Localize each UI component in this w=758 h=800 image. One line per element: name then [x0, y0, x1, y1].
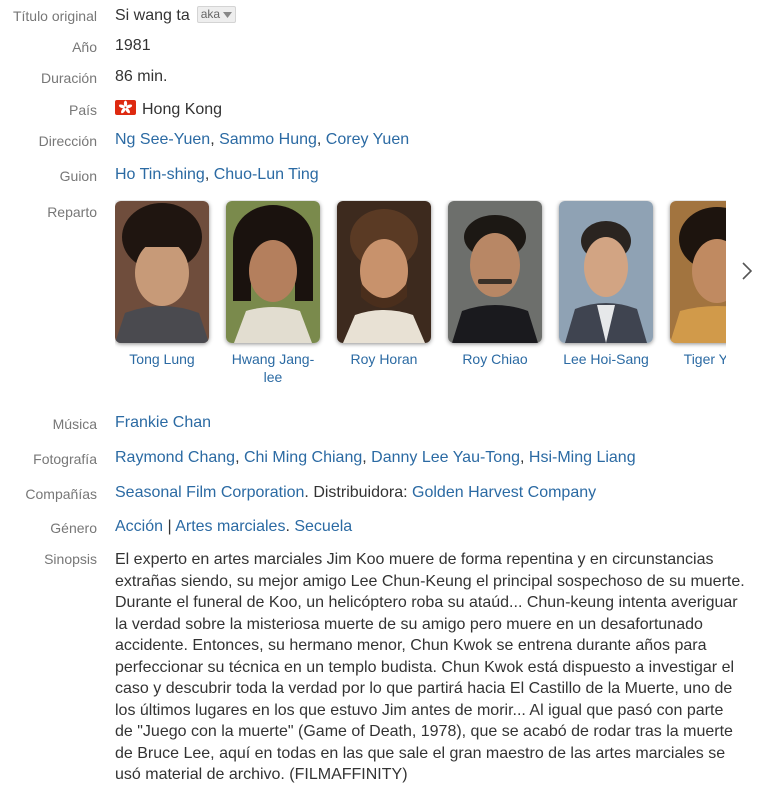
photography-value: Raymond Chang, Chi Ming Chiang, Danny Le…	[115, 449, 636, 466]
original-title-value: Si wang ta aka	[115, 6, 237, 25]
cinematographer-link[interactable]: Hsi-Ming Liang	[529, 449, 636, 466]
cast-photo	[559, 201, 653, 343]
topic-link[interactable]: Secuela	[294, 518, 352, 535]
country-value: Hong Kong	[115, 100, 222, 119]
cast-member-card[interactable]: Tong Lung	[115, 200, 212, 368]
aka-dropdown[interactable]: aka	[196, 6, 237, 23]
cinematographer-link[interactable]: Danny Lee Yau-Tong	[371, 449, 520, 466]
duration-label: Duración	[40, 70, 97, 86]
hong-kong-flag-icon	[115, 100, 136, 115]
producer-link[interactable]: Seasonal Film Corporation	[115, 484, 304, 501]
cinematographer-link[interactable]: Chi Ming Chiang	[244, 449, 362, 466]
cast-member-card[interactable]: Tiger Yang	[667, 200, 726, 368]
cast-name: Tiger Yang	[683, 351, 726, 367]
cinematographer-link[interactable]: Raymond Chang	[115, 449, 235, 466]
cast-photo	[337, 201, 431, 343]
director-link[interactable]: Ng See-Yuen	[115, 131, 210, 148]
director-link[interactable]: Corey Yuen	[326, 131, 409, 148]
cast-name: Roy Chiao	[462, 351, 528, 367]
cast-name: Hwang Jang-lee	[231, 351, 315, 385]
genre-link[interactable]: Acción	[115, 518, 163, 535]
genre-label: Género	[50, 520, 97, 536]
cast-photo	[226, 201, 320, 343]
distributor-link[interactable]: Golden Harvest Company	[412, 484, 596, 501]
cast-label: Reparto	[47, 204, 97, 220]
screenplay-value: Ho Tin-shing, Chuo-Lun Ting	[115, 166, 319, 183]
original-title-label: Título original	[12, 8, 97, 24]
country-label: País	[68, 102, 97, 118]
synopsis-text: El experto en artes marciales Jim Koo mu…	[115, 551, 745, 783]
director-link[interactable]: Sammo Hung	[219, 131, 317, 148]
screenplay-label: Guion	[59, 168, 97, 184]
photography-label: Fotografía	[33, 451, 97, 467]
cast-next-button[interactable]	[742, 262, 753, 285]
year-value: 1981	[115, 37, 151, 54]
year-label: Año	[72, 39, 97, 55]
cast-carousel: Tong Lung Hwang Jang-lee Roy Horan Roy C…	[115, 200, 726, 400]
cast-photo	[115, 201, 209, 343]
distributor-label: Distribuidora:	[313, 484, 408, 501]
cast-member-card[interactable]: Lee Hoi-Sang	[556, 200, 656, 368]
cast-member-card[interactable]: Roy Horan	[334, 200, 434, 368]
genre-value: Acción | Artes marciales. Secuela	[115, 518, 353, 535]
direction-value: Ng See-Yuen, Sammo Hung, Corey Yuen	[115, 131, 410, 148]
companies-value: Seasonal Film Corporation. Distribuidora…	[115, 484, 597, 501]
cast-member-card[interactable]: Roy Chiao	[445, 200, 545, 368]
cast-name: Roy Horan	[350, 351, 418, 367]
chevron-right-icon	[742, 262, 753, 280]
synopsis-label: Sinopsis	[44, 551, 97, 567]
duration-value: 86 min.	[115, 68, 168, 85]
cast-name: Tong Lung	[129, 351, 195, 367]
direction-label: Dirección	[38, 133, 97, 149]
genre-link[interactable]: Artes marciales	[175, 518, 285, 535]
music-label: Música	[52, 416, 97, 432]
cast-photo	[670, 201, 726, 343]
genre-separator: |	[163, 518, 176, 535]
companies-label: Compañías	[25, 486, 97, 502]
writer-link[interactable]: Ho Tin-shing	[115, 166, 205, 183]
cast-member-card[interactable]: Hwang Jang-lee	[223, 200, 323, 386]
writer-link[interactable]: Chuo-Lun Ting	[214, 166, 319, 183]
composer-link[interactable]: Frankie Chan	[115, 414, 211, 431]
cast-photo	[448, 201, 542, 343]
cast-name: Lee Hoi-Sang	[563, 351, 649, 367]
music-value: Frankie Chan	[115, 414, 211, 432]
caret-down-icon	[223, 12, 233, 18]
